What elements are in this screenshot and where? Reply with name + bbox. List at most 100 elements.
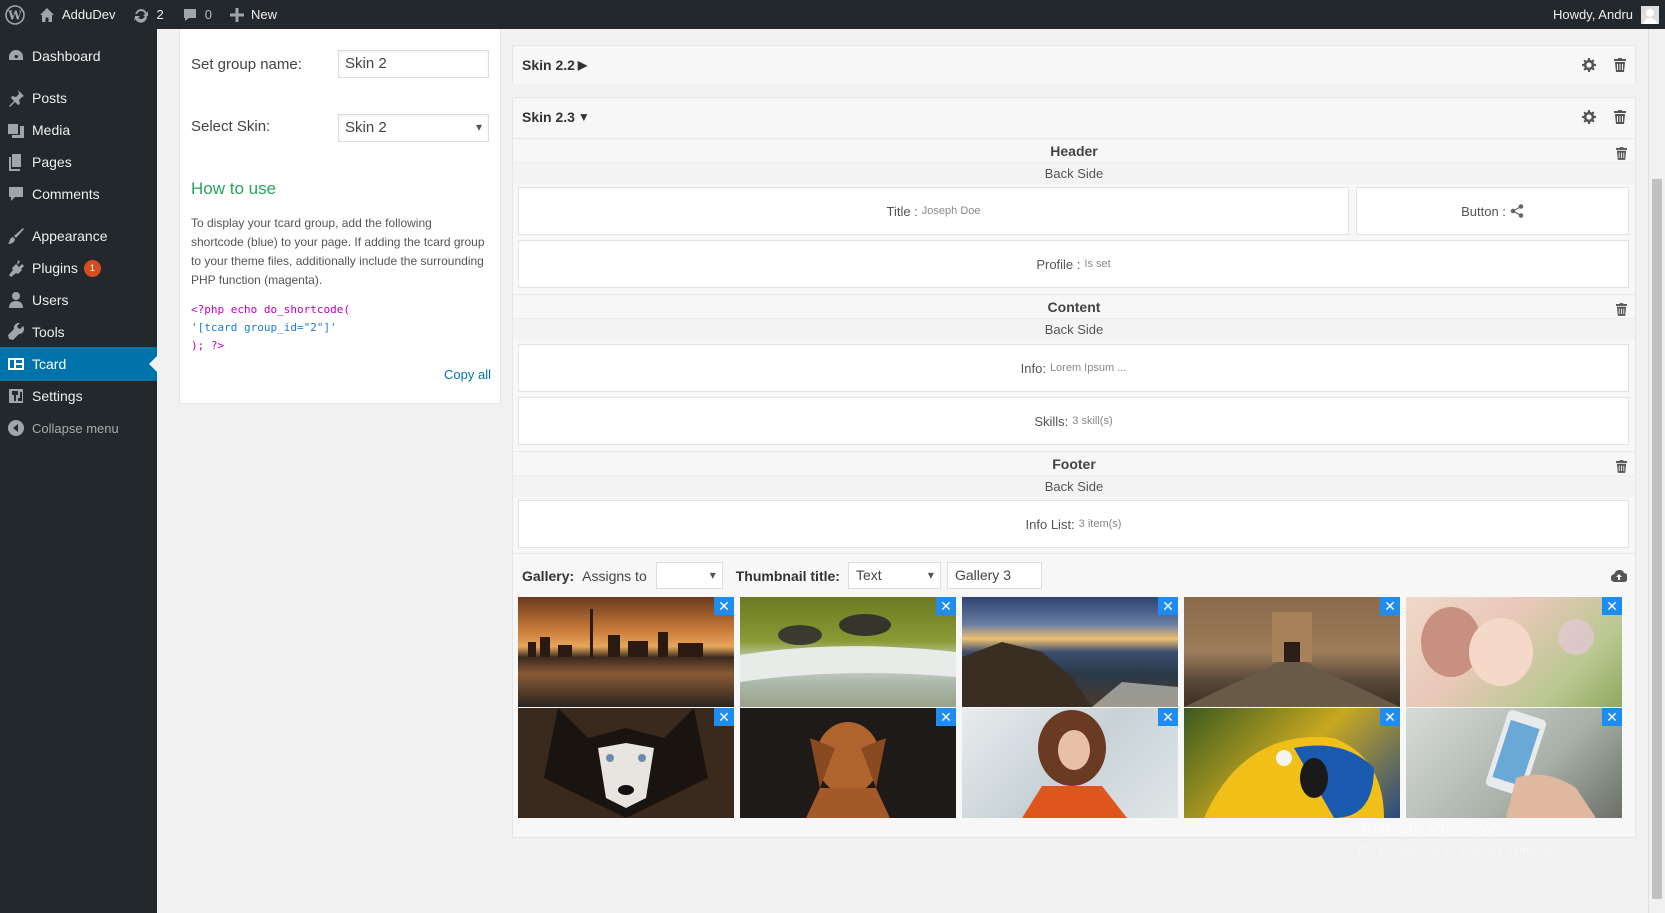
remove-image-icon[interactable]: ✕ [1158, 597, 1178, 615]
gallery-image-sea-sunset[interactable]: ✕ [962, 597, 1178, 707]
home-icon [40, 7, 54, 22]
wordpress-logo-icon[interactable]: W [0, 0, 30, 29]
sidebar-item-media[interactable]: Media [0, 113, 157, 147]
sidebar-item-label: Users [32, 292, 69, 308]
gallery-image-city-skyline[interactable]: ✕ [518, 597, 734, 707]
skin-select-value: Skin 2 [345, 119, 387, 136]
trash-icon[interactable] [1614, 58, 1626, 72]
shortcode-block[interactable]: <?php echo do_shortcode( '[tcard group_i… [191, 301, 350, 355]
gallery-name-input[interactable]: Gallery 3 [946, 562, 1042, 589]
gallery-image-courtyard[interactable]: ✕ [1184, 597, 1400, 707]
remove-image-icon[interactable]: ✕ [1602, 597, 1622, 615]
info-field-value: Lorem Ipsum ... [1049, 362, 1127, 374]
code-line-php-close: ); ?> [191, 339, 225, 352]
site-name: AdduDev [62, 7, 116, 22]
site-name-link[interactable]: AdduDev [30, 0, 124, 29]
skills-field[interactable]: Skills: 3 skill(s) [518, 397, 1629, 445]
gear-icon[interactable] [1582, 58, 1596, 72]
header-title-text: Header [1050, 143, 1098, 159]
sidebar-item-pages[interactable]: Pages [0, 145, 157, 179]
select-skin-label: Select Skin: [191, 118, 271, 135]
title-field-value: Joseph Doe [921, 205, 981, 217]
gear-icon[interactable] [1582, 110, 1596, 124]
new-content-link[interactable]: New [221, 0, 286, 29]
remove-image-icon[interactable]: ✕ [1380, 597, 1400, 615]
sidebar-item-plugins[interactable]: Plugins 1 [0, 251, 157, 285]
wrench-icon [0, 323, 32, 341]
sidebar-item-label: Appearance [32, 228, 108, 244]
remove-image-icon[interactable]: ✕ [714, 597, 734, 615]
updates-link[interactable]: 2 [124, 0, 172, 29]
sidebar-item-users[interactable]: Users [0, 283, 157, 317]
skin-2-3-header[interactable]: Skin 2.3 ▼ [513, 98, 1635, 136]
title-field[interactable]: Title : Joseph Doe [518, 187, 1349, 235]
brush-icon [0, 227, 32, 245]
assigns-to-select[interactable] [655, 562, 723, 589]
gallery-image-vizsla-dog[interactable]: ✕ [740, 708, 956, 818]
thumbnail-title-label: Thumbnail title: [735, 567, 840, 584]
sidebar-item-appearance[interactable]: Appearance [0, 219, 157, 253]
skin-select[interactable]: Skin 2 [338, 114, 489, 142]
sidebar-item-label: Dashboard [32, 48, 101, 64]
admin-sidebar: Dashboard Posts Media Pages Comments App… [0, 29, 157, 913]
sidebar-item-tools[interactable]: Tools [0, 315, 157, 349]
skin-2-2-header[interactable]: Skin 2.2 ▶ [513, 46, 1635, 84]
remove-image-icon[interactable]: ✕ [714, 708, 734, 726]
gallery-image-curly-woman[interactable]: ✕ [962, 708, 1178, 818]
footer-back-side[interactable]: Back Side [513, 475, 1635, 497]
admin-bar: W AdduDev 2 0 New Howdy, Andru [0, 0, 1665, 29]
skin-2-3-title: Skin 2.3 [522, 109, 575, 125]
remove-image-icon[interactable]: ✕ [1602, 708, 1622, 726]
remove-image-icon[interactable]: ✕ [936, 597, 956, 615]
page-scrollbar[interactable] [1648, 29, 1665, 913]
cloud-upload-icon[interactable] [1611, 569, 1627, 582]
assigns-to-label: Assigns to [582, 567, 647, 584]
copy-all-link[interactable]: Copy all [444, 367, 491, 382]
header-section-title: Header [513, 138, 1635, 162]
tcard-icon [0, 355, 32, 373]
sidebar-item-label: Tools [32, 324, 65, 340]
remove-image-icon[interactable]: ✕ [1158, 708, 1178, 726]
sidebar-item-settings[interactable]: Settings [0, 379, 157, 413]
gallery-image-macaw-parrot[interactable]: ✕ [1184, 708, 1400, 818]
gallery-image-phone-hand[interactable]: ✕ [1406, 708, 1622, 818]
collapse-menu-button[interactable]: Collapse menu [0, 411, 157, 445]
skin-2-2-box: Skin 2.2 ▶ [512, 45, 1636, 84]
collapse-icon [0, 419, 32, 437]
remove-image-icon[interactable]: ✕ [936, 708, 956, 726]
sidebar-item-label: Collapse menu [32, 420, 119, 436]
group-name-label: Set group name: [191, 56, 302, 73]
pages-icon [0, 153, 32, 171]
scrollbar-thumb[interactable] [1652, 179, 1662, 899]
skills-field-label: Skills: [1034, 413, 1069, 429]
expand-arrow-icon[interactable]: ▶ [578, 58, 587, 72]
info-list-field[interactable]: Info List: 3 item(s) [518, 500, 1629, 548]
comment-icon [0, 185, 32, 203]
group-name-input[interactable]: Skin 2 [338, 50, 489, 78]
sidebar-item-tcard[interactable]: Tcard [0, 347, 157, 381]
gallery-image-mother-baby[interactable]: ✕ [1406, 597, 1622, 707]
thumbnail-title-select[interactable]: Text [847, 562, 941, 589]
remove-image-icon[interactable]: ✕ [1380, 708, 1400, 726]
my-account-link[interactable]: Howdy, Andru [1544, 0, 1665, 29]
code-line-php-open: <?php echo do_shortcode( [191, 303, 350, 316]
collapse-arrow-icon[interactable]: ▼ [578, 110, 590, 124]
info-field[interactable]: Info: Lorem Ipsum ... [518, 344, 1629, 392]
plus-icon [229, 7, 244, 22]
sidebar-item-comments[interactable]: Comments [0, 177, 157, 211]
header-back-side[interactable]: Back Side [513, 162, 1635, 184]
plugins-update-badge: 1 [83, 259, 101, 277]
content-back-side[interactable]: Back Side [513, 318, 1635, 340]
button-field[interactable]: Button : [1356, 187, 1629, 235]
comments-link[interactable]: 0 [173, 0, 221, 29]
skin-2-3-box: Skin 2.3 ▼ Header Back Side Title : Jose… [512, 97, 1636, 838]
sidebar-item-dashboard[interactable]: Dashboard [0, 39, 157, 73]
gallery-image-turtles[interactable]: ✕ [740, 597, 956, 707]
profile-field[interactable]: Profile : Is set [518, 240, 1629, 288]
gallery-image-husky-dog[interactable]: ✕ [518, 708, 734, 818]
gallery-toolbar: Gallery: Assigns to Thumbnail title: Tex… [513, 553, 1635, 597]
skills-field-value: 3 skill(s) [1072, 415, 1113, 427]
sidebar-item-label: Tcard [32, 356, 67, 372]
sidebar-item-posts[interactable]: Posts [0, 81, 157, 115]
trash-icon[interactable] [1614, 110, 1626, 124]
